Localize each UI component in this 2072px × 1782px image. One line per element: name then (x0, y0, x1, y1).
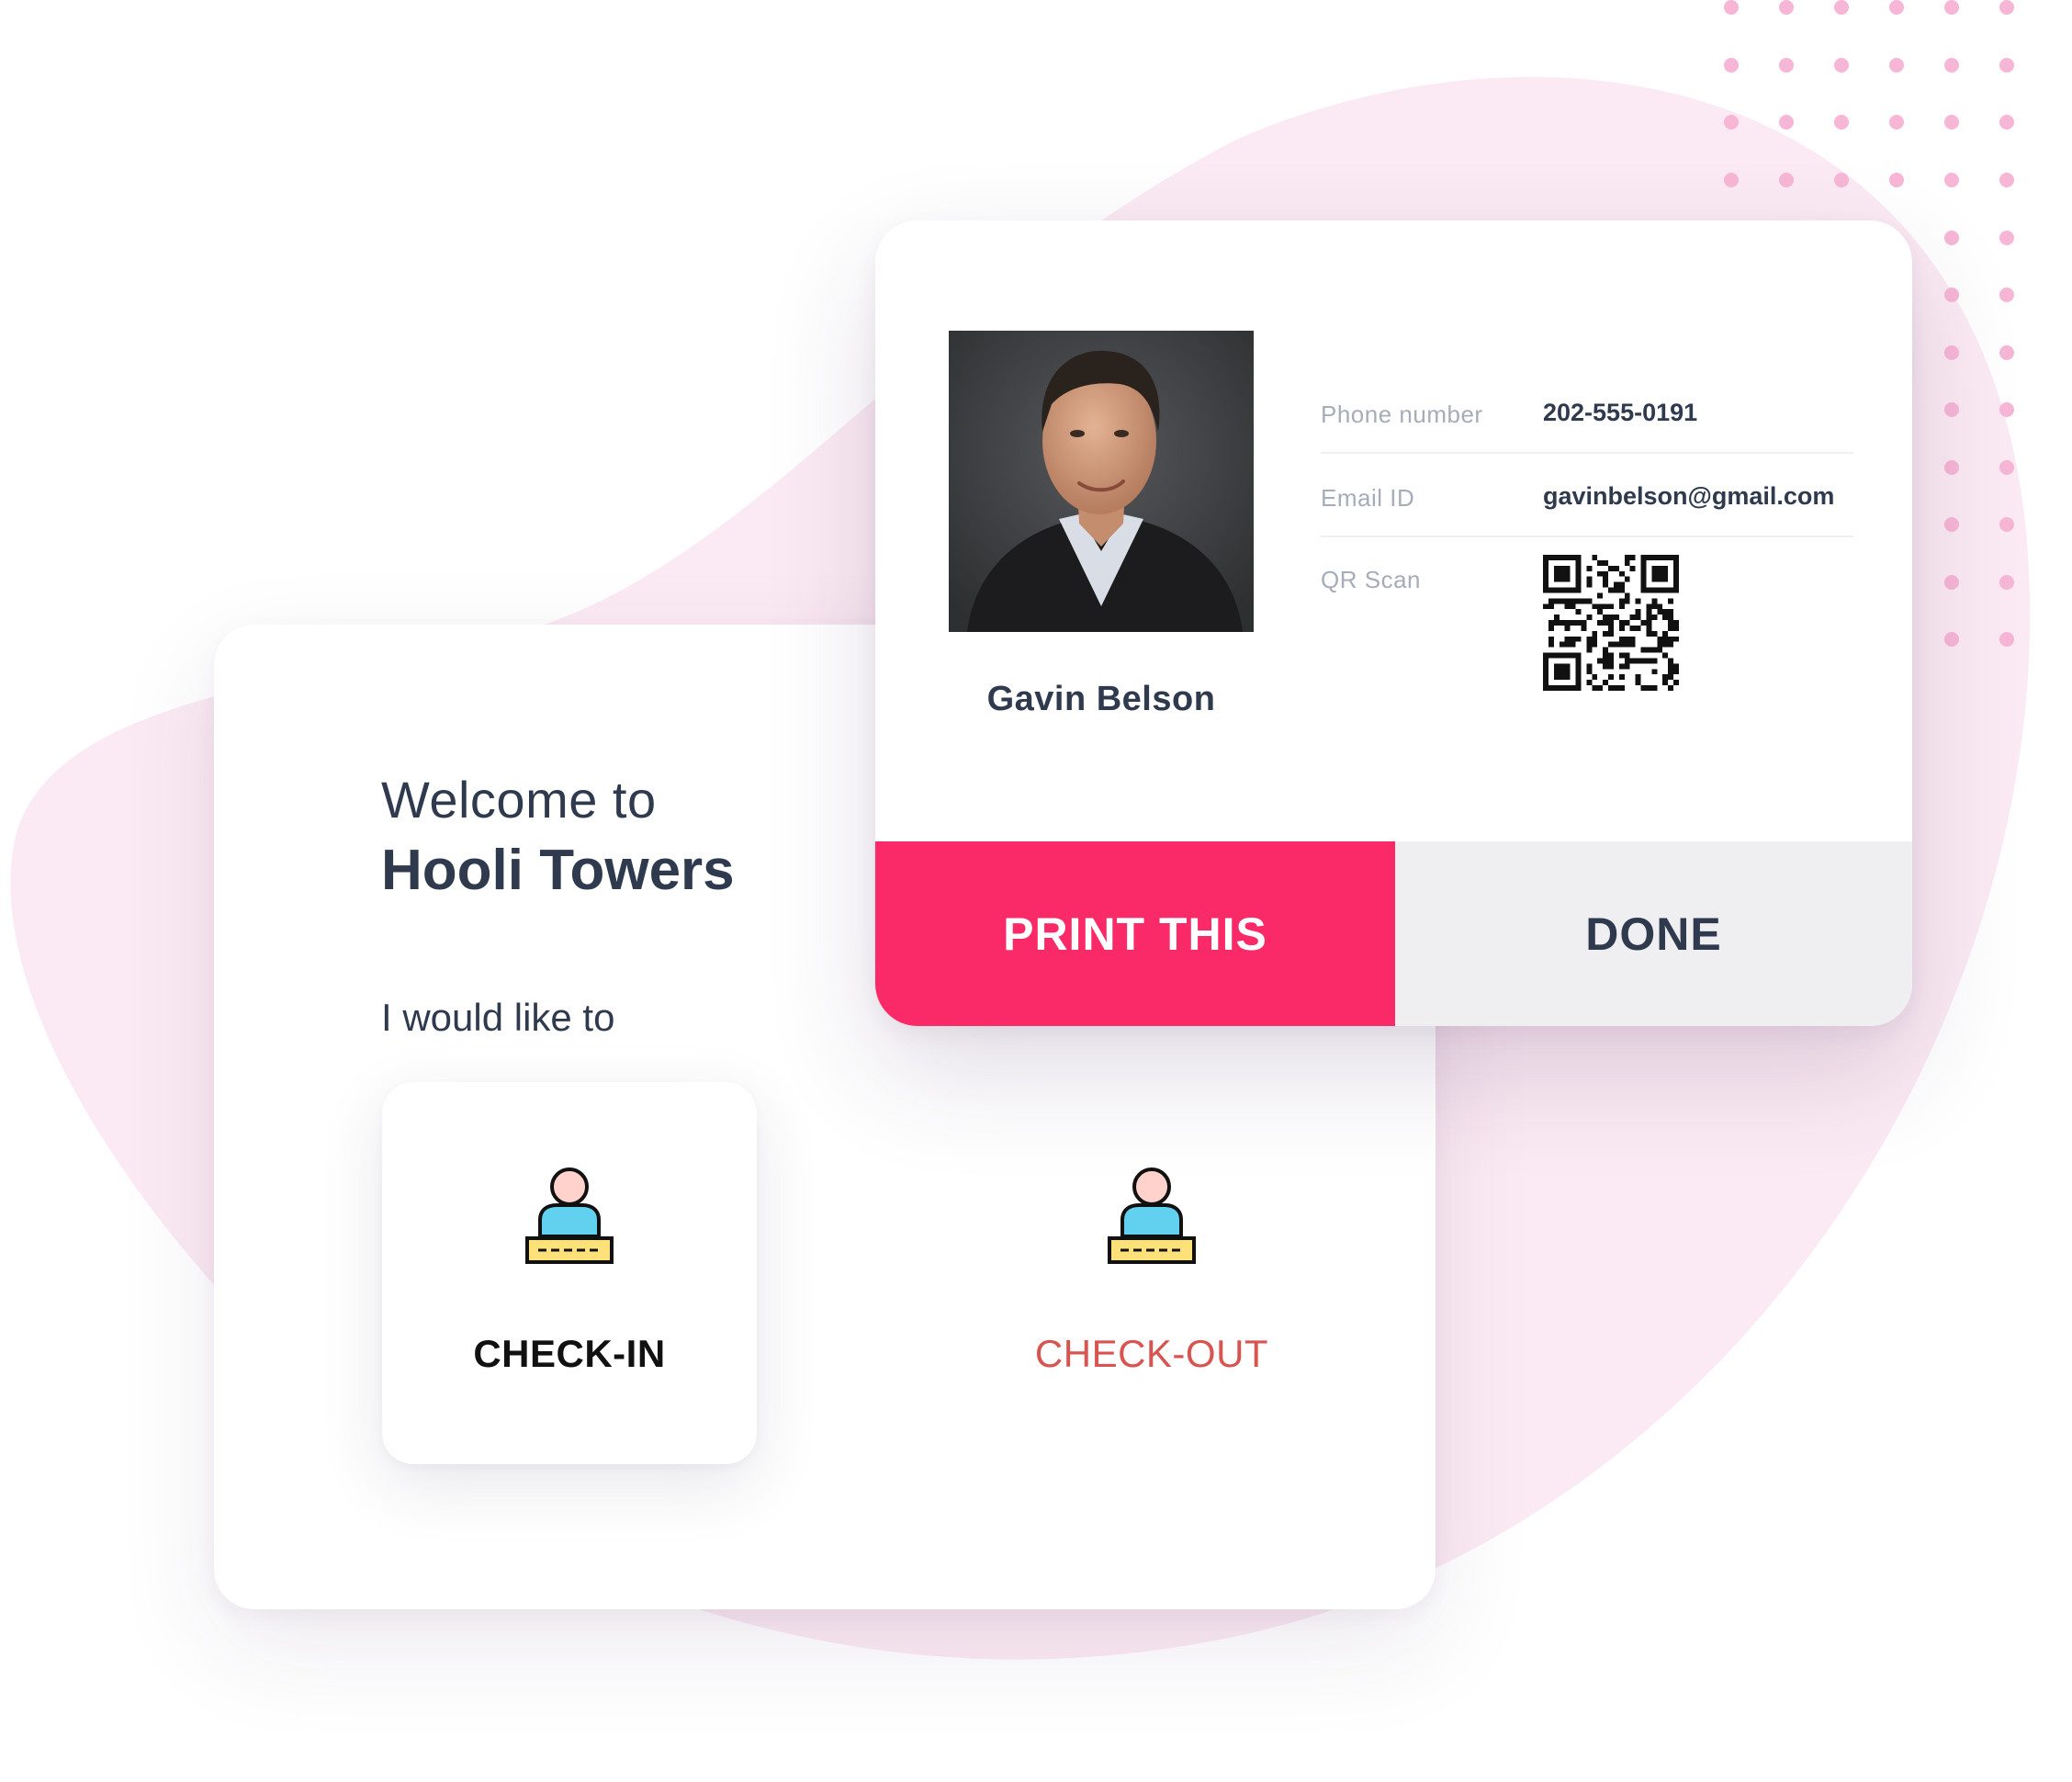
email-value: gavinbelson@gmail.com (1543, 482, 1835, 510)
phone-label: Phone number (1321, 400, 1483, 428)
visitor-badge-icon (525, 1167, 614, 1264)
venue-title: Hooli Towers (381, 839, 735, 902)
check-in-button[interactable]: CHECK-IN (382, 1082, 757, 1464)
divider (1321, 452, 1853, 454)
visitor-badge-icon (1108, 1167, 1196, 1264)
visitor-photo (949, 331, 1254, 632)
email-label: Email ID (1321, 484, 1415, 512)
visitor-badge-card: Gavin Belson Phone number 202-555-0191 E… (875, 220, 1912, 1026)
divider (1321, 536, 1853, 537)
visitor-name: Gavin Belson (986, 680, 1216, 718)
visitor-portrait-image (949, 331, 1254, 632)
qr-label: QR Scan (1321, 566, 1421, 593)
phone-value: 202-555-0191 (1543, 399, 1698, 426)
print-button[interactable]: PRINT THIS (875, 841, 1395, 1026)
badge-actions: PRINT THIS DONE (875, 841, 1912, 1026)
qr-code-icon (1543, 555, 1679, 691)
done-button[interactable]: DONE (1395, 841, 1912, 1026)
check-out-label: CHECK-OUT (1034, 1332, 1269, 1375)
welcome-text: Welcome to (381, 771, 657, 829)
check-in-label: CHECK-IN (473, 1332, 666, 1375)
action-prompt: I would like to (381, 996, 615, 1039)
check-out-button[interactable]: CHECK-OUT (964, 1082, 1339, 1464)
